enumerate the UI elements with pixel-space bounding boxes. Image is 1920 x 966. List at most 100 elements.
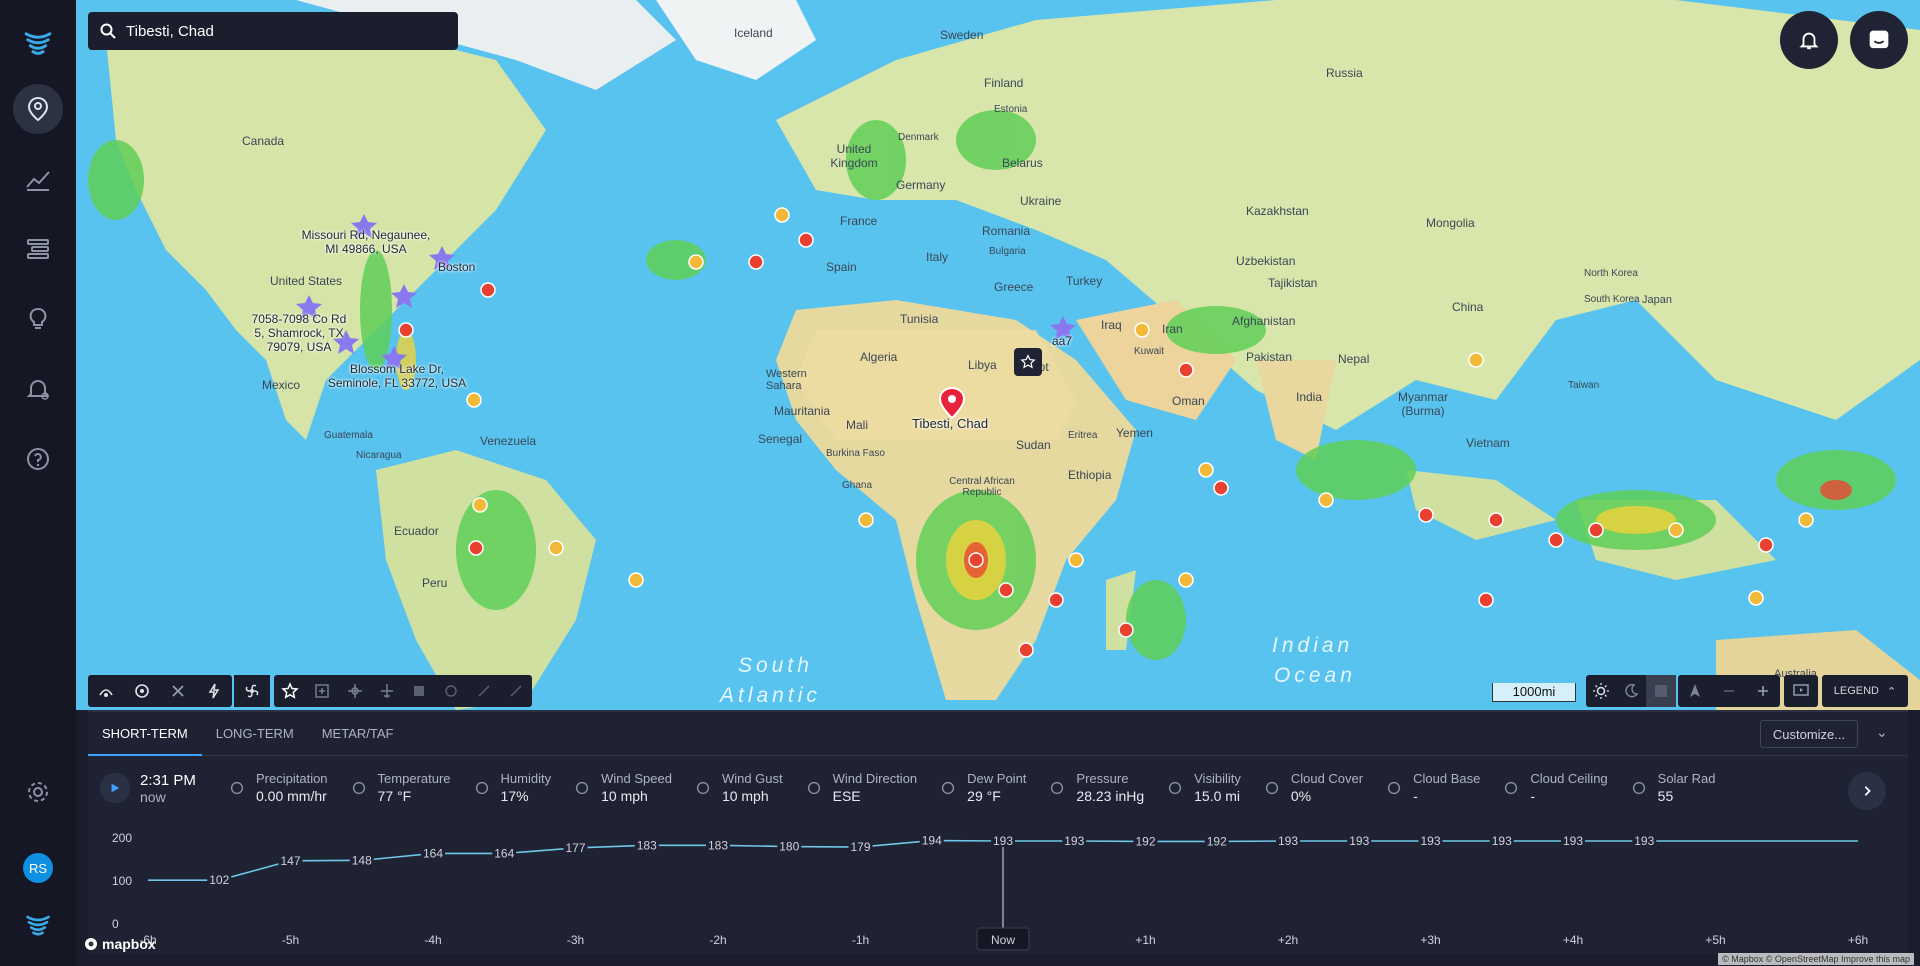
- cloud-icon: [1261, 777, 1283, 799]
- chat-button[interactable]: [1850, 11, 1908, 69]
- circle-icon: [445, 685, 458, 697]
- metric-label: Humidity: [500, 771, 552, 786]
- data-label: 164: [423, 846, 443, 860]
- ruler-icon: [510, 685, 522, 697]
- radar-layer-button[interactable]: [88, 675, 124, 707]
- map-scale: 1000mi: [1492, 683, 1576, 702]
- zoom-out-button[interactable]: [1712, 675, 1746, 707]
- chevron-down-icon[interactable]: ⌄: [1876, 724, 1896, 744]
- help-nav-button[interactable]: [13, 434, 63, 484]
- metric-value: 55: [1657, 788, 1674, 804]
- weather-map[interactable]: Iceland Sweden Finland Russia Estonia De…: [76, 0, 1920, 710]
- crosshair-button[interactable]: [339, 675, 371, 707]
- add-area-button[interactable]: [306, 675, 338, 707]
- forecast-panel: SHORT-TERM LONG-TERM METAR/TAF Customize…: [88, 710, 1908, 954]
- map-label: Bulgaria: [989, 246, 1026, 257]
- location-pin-icon[interactable]: [864, 388, 888, 420]
- saved-location-label[interactable]: Missouri Rd, Negaunee, MI 49866, USA: [296, 228, 436, 256]
- ocean-label: South: [738, 654, 813, 677]
- mapbox-logo[interactable]: mapbox: [84, 936, 156, 952]
- customize-button[interactable]: Customize...: [1760, 720, 1858, 748]
- saved-location-label[interactable]: Blossom Lake Dr, Seminole, FL 33772, USA: [322, 362, 472, 390]
- wind-layer-button[interactable]: [234, 675, 270, 707]
- y-tick-label: 0: [112, 917, 119, 931]
- analytics-nav-button[interactable]: [13, 154, 63, 204]
- metric-value: -: [1413, 788, 1418, 804]
- map-label: Burkina Faso: [826, 448, 885, 459]
- lightbulb-icon: [29, 308, 47, 329]
- map-label: Algeria: [860, 350, 898, 364]
- legend-button[interactable]: LEGEND ⌃: [1822, 675, 1908, 707]
- alerts-settings-nav-button[interactable]: [13, 364, 63, 414]
- map-label: Ecuador: [394, 524, 439, 538]
- metric-value: 10 mph: [721, 788, 769, 804]
- map-label: Libya: [968, 358, 997, 372]
- dark-mode-button[interactable]: [1616, 675, 1646, 707]
- tab-metar-taf[interactable]: METAR/TAF: [308, 712, 408, 756]
- saved-location-label[interactable]: aa7: [1052, 334, 1072, 348]
- map-label: Ghana: [842, 480, 873, 491]
- draw-circle-button[interactable]: [435, 675, 467, 707]
- draw-line-button[interactable]: [468, 675, 500, 707]
- wind-icon: [571, 777, 593, 799]
- map-pin-user-icon: [27, 96, 49, 122]
- insights-nav-button[interactable]: [13, 294, 63, 344]
- flights-button[interactable]: [371, 675, 403, 707]
- map-label: Guatemala: [324, 430, 373, 441]
- saved-locations-button[interactable]: [274, 675, 306, 707]
- x-tick-label: +2h: [1278, 933, 1298, 947]
- map-label: Mongolia: [1426, 216, 1475, 230]
- eye-icon: [1164, 777, 1186, 799]
- satellite-layer-button[interactable]: [160, 675, 196, 707]
- light-mode-button[interactable]: [1586, 675, 1616, 707]
- tab-long-term[interactable]: LONG-TERM: [202, 712, 308, 756]
- metric-label: Cloud Ceiling: [1530, 771, 1608, 786]
- map-label: Russia: [1326, 66, 1363, 80]
- saved-location-label[interactable]: 7058-7098 Co Rd 5, Shamrock, TX 79079, U…: [246, 312, 352, 354]
- x-tick-label: +4h: [1563, 933, 1583, 947]
- draw-rectangle-button[interactable]: [403, 675, 435, 707]
- map-label: Romania: [982, 224, 1031, 238]
- zoom-in-button[interactable]: [1746, 675, 1780, 707]
- play-button[interactable]: [100, 773, 130, 803]
- search-input[interactable]: Tibesti, Chad: [88, 12, 458, 50]
- next-metrics-button[interactable]: [1848, 772, 1886, 810]
- data-label: 102: [209, 873, 229, 887]
- metric-label: Visibility: [1194, 771, 1241, 786]
- chevron-up-icon: ⌃: [1887, 685, 1897, 698]
- metric-value: 28.23 inHg: [1076, 788, 1145, 804]
- forecast-chart[interactable]: 200 100 0 102 147 148 164 164 177 183 183 180 179 194…: [88, 824, 1908, 956]
- tab-short-term[interactable]: SHORT-TERM: [88, 712, 202, 756]
- metric-temperature: Temperature 77 °F: [348, 771, 451, 805]
- measure-button[interactable]: [500, 675, 532, 707]
- gear-icon: [28, 782, 48, 802]
- x-tick-label: -1h: [852, 933, 869, 947]
- metric-pressure: Pressure 28.23 inHg: [1046, 771, 1144, 805]
- map-nav-button[interactable]: [13, 84, 63, 134]
- compass-button[interactable]: [1678, 675, 1712, 707]
- map-attribution[interactable]: © Mapbox © OpenStreetMap Improve this ma…: [1718, 953, 1914, 965]
- map-label: India: [1296, 390, 1323, 404]
- app-logo-icon[interactable]: [18, 24, 58, 64]
- map-label: Mexico: [262, 378, 301, 392]
- settings-nav-button[interactable]: [13, 767, 63, 817]
- data-label: 193: [1420, 834, 1440, 848]
- map-label: Eritrea: [1068, 430, 1098, 441]
- storm-layer-button[interactable]: [124, 675, 160, 707]
- notifications-button[interactable]: [1780, 11, 1838, 69]
- metric-value: 77 °F: [377, 788, 412, 804]
- current-time: 2:31 PM now: [140, 772, 226, 805]
- present-button[interactable]: [1784, 675, 1818, 707]
- legend-label: LEGEND: [1833, 685, 1880, 697]
- x-tick-label: +3h: [1420, 933, 1440, 947]
- metric-value: 29 °F: [967, 788, 1001, 804]
- map-label: United States: [270, 274, 343, 288]
- satellite-style-button[interactable]: [1646, 675, 1676, 707]
- save-location-star-button[interactable]: [1014, 348, 1042, 376]
- avatar[interactable]: RS: [23, 853, 53, 883]
- timeline-nav-button[interactable]: [13, 224, 63, 274]
- data-label: 183: [637, 838, 657, 852]
- metric-value: -: [1530, 788, 1535, 804]
- pressure-icon: [1046, 777, 1068, 799]
- lightning-layer-button[interactable]: [196, 675, 232, 707]
